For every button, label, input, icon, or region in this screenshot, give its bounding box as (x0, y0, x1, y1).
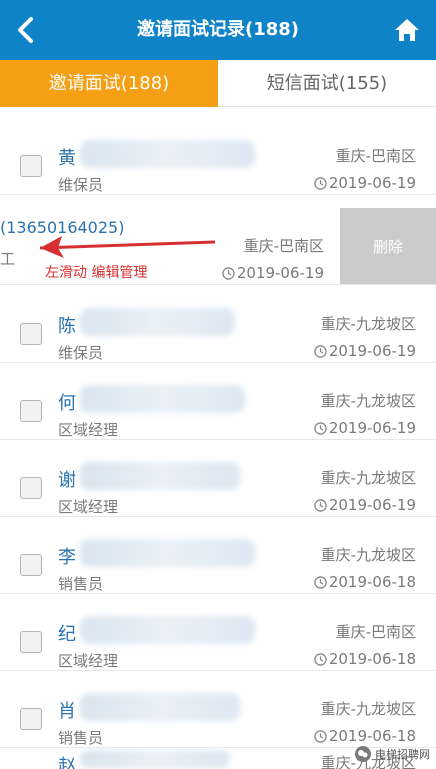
wechat-logo-icon (355, 746, 371, 762)
swipe-annotation: 左滑动 编辑管理 (45, 265, 148, 281)
list-item[interactable]: 何 区域经理 重庆-九龙坡区 2019-06-19 (0, 363, 436, 440)
row-checkbox[interactable] (20, 400, 42, 422)
clock-icon (222, 266, 235, 280)
candidate-role: 区域经理 (58, 652, 119, 670)
row-checkbox[interactable] (20, 323, 42, 345)
date-value: 2019-06-19 (328, 174, 416, 192)
candidate-surname: 肖 (58, 701, 76, 722)
list-item[interactable]: 陈 维保员 重庆-九龙坡区 2019-06-19 (0, 286, 436, 363)
location-text: 重庆-九龙坡区 (320, 315, 416, 333)
candidate-surname: 纪 (58, 624, 76, 645)
date-value: 2019-06-19 (236, 264, 324, 282)
redacted-name (80, 140, 255, 168)
page-title: 邀请面试记录(188) (136, 19, 300, 40)
redacted-name (80, 308, 235, 336)
row-checkbox[interactable] (20, 631, 42, 653)
candidate-surname: 陈 (58, 316, 76, 337)
tab-bar: 邀请面试(188) 短信面试(155) (0, 60, 436, 107)
location-text: 重庆-九龙坡区 (320, 469, 416, 487)
row-checkbox[interactable] (20, 155, 42, 177)
date-value: 2019-06-18 (328, 573, 416, 591)
date-text: 2019-06-19 (314, 419, 416, 437)
home-icon[interactable] (392, 15, 422, 45)
list-item[interactable]: 肖 销售员 重庆-九龙坡区 2019-06-18 (0, 671, 436, 748)
tab-sms-interview[interactable]: 短信面试(155) (218, 60, 436, 107)
list-item-swiped[interactable]: (13650164025) 工 重庆-巴南区 2019-06-19 左滑动 编辑… (0, 208, 436, 285)
redacted-name (80, 539, 255, 567)
row-checkbox[interactable] (20, 477, 42, 499)
location-text: 重庆-巴南区 (243, 237, 324, 255)
redacted-name (80, 462, 240, 490)
date-text: 2019-06-19 (314, 342, 416, 360)
date-text: 2019-06-18 (314, 727, 416, 745)
candidate-surname: 黄 (58, 148, 76, 169)
swiped-row-content: (13650164025) 工 重庆-巴南区 2019-06-19 左滑动 编辑… (0, 208, 340, 284)
clock-icon (314, 344, 327, 358)
clock-icon (314, 729, 327, 743)
date-value: 2019-06-19 (328, 342, 416, 360)
candidate-role: 区域经理 (58, 498, 119, 516)
date-text: 2019-06-18 (314, 650, 416, 668)
candidate-surname: 李 (58, 547, 76, 568)
app-header: 邀请面试记录(188) (0, 0, 436, 60)
date-value: 2019-06-19 (328, 496, 416, 514)
row-checkbox[interactable] (20, 708, 42, 730)
watermark-text: 电梯招聘网 (375, 748, 430, 761)
clock-icon (314, 421, 327, 435)
location-text: 重庆-九龙坡区 (320, 546, 416, 564)
redacted-name (80, 385, 245, 413)
candidate-surname: 赵 (58, 756, 76, 769)
candidate-role: 销售员 (58, 575, 104, 593)
row-checkbox[interactable] (20, 554, 42, 576)
redacted-name (80, 693, 240, 721)
date-value: 2019-06-19 (328, 419, 416, 437)
clock-icon (314, 498, 327, 512)
watermark: 电梯招聘网 (354, 745, 430, 763)
location-text: 重庆-九龙坡区 (320, 700, 416, 718)
candidate-role: 区域经理 (58, 421, 119, 439)
location-text: 重庆-巴南区 (335, 147, 416, 165)
tab-invite-interview[interactable]: 邀请面试(188) (0, 60, 218, 107)
date-text: 2019-06-19 (314, 496, 416, 514)
date-value: 2019-06-18 (328, 650, 416, 668)
list-item[interactable]: 谢 区域经理 重庆-九龙坡区 2019-06-19 (0, 440, 436, 517)
list-item[interactable]: 纪 区域经理 重庆-巴南区 2019-06-18 (0, 594, 436, 671)
location-text: 重庆-九龙坡区 (320, 392, 416, 410)
delete-button[interactable]: 删除 (340, 208, 436, 284)
candidate-surname: 何 (58, 393, 76, 414)
date-value: 2019-06-18 (328, 727, 416, 745)
redacted-name (80, 616, 255, 644)
swipe-left-arrow-icon (39, 236, 216, 258)
list-item[interactable]: 黄 维保员 重庆-巴南区 2019-06-19 (0, 118, 436, 195)
clock-icon (314, 652, 327, 666)
candidate-role: 维保员 (58, 176, 104, 194)
candidate-surname: 谢 (58, 470, 76, 491)
list-item[interactable]: 李 销售员 重庆-九龙坡区 2019-06-18 (0, 517, 436, 594)
date-text: 2019-06-19 (222, 264, 324, 282)
candidate-role: 销售员 (58, 729, 104, 747)
clock-icon (314, 176, 327, 190)
date-text: 2019-06-18 (314, 573, 416, 591)
candidate-role: 维保员 (58, 344, 104, 362)
redacted-name (80, 750, 230, 768)
clock-icon (314, 575, 327, 589)
date-text: 2019-06-19 (314, 174, 416, 192)
location-text: 重庆-巴南区 (335, 623, 416, 641)
